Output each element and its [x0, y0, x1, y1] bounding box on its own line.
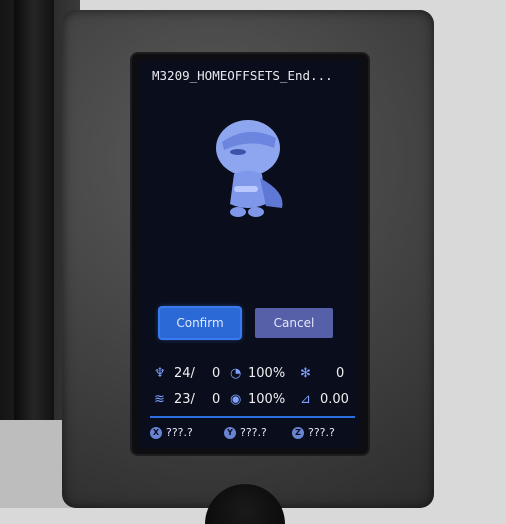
z-offset-icon: ⊿: [300, 392, 311, 407]
speed-value: 100%: [248, 366, 286, 381]
bed-target: 0: [212, 392, 221, 407]
lcd-screen: M3209_HOMEOFFSETS_End... Confirm Cancel …: [140, 60, 360, 448]
speed-icon: ◔: [230, 366, 242, 381]
y-axis-value: ???.?: [240, 426, 267, 439]
screen-title: M3209_HOMEOFFSETS_End...: [152, 68, 333, 83]
cancel-button[interactable]: Cancel: [255, 308, 333, 338]
nozzle-icon: ♆: [154, 366, 166, 381]
confirm-button[interactable]: Confirm: [160, 308, 240, 338]
z-axis-value: ???.?: [308, 426, 335, 439]
fan-value: 0: [336, 366, 345, 381]
z-offset-value: 0.00: [320, 392, 349, 407]
bed-icon: ≋: [154, 392, 165, 407]
z-axis-icon: Z: [292, 427, 304, 439]
nozzle-temp: 24/: [174, 366, 195, 381]
mascot-illustration: [216, 120, 283, 217]
x-axis-icon: X: [150, 427, 162, 439]
y-axis-icon: Y: [224, 427, 236, 439]
printer-rail: [14, 0, 54, 420]
status-divider: [150, 416, 355, 418]
status-row-bed: ≋ 23/ 0 ◉ 100% ⊿ 0.00: [150, 390, 355, 410]
flow-icon: ◉: [230, 392, 242, 407]
fan-icon: ✻: [300, 366, 311, 381]
axis-position-row: X ???.? Y ???.? Z ???.?: [148, 422, 358, 444]
flow-value: 100%: [248, 392, 286, 407]
x-axis-value: ???.?: [166, 426, 193, 439]
bed-temp: 23/: [174, 392, 195, 407]
nozzle-target: 0: [212, 366, 221, 381]
status-row-nozzle: ♆ 24/ 0 ◔ 100% ✻ 0: [150, 364, 355, 384]
